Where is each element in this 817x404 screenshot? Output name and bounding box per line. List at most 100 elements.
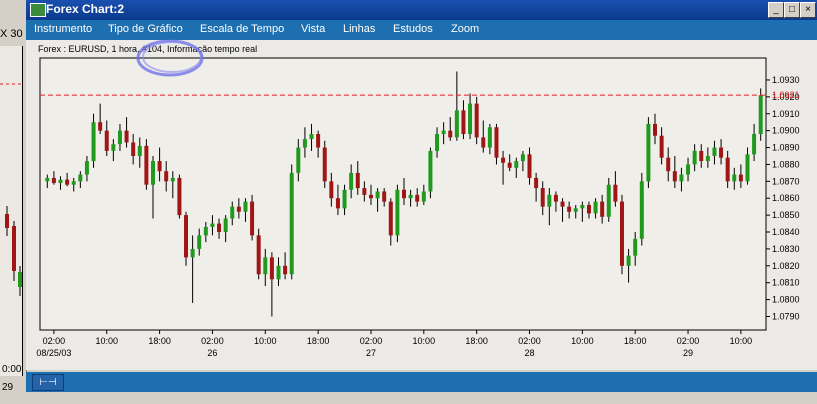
candle-body <box>454 110 459 138</box>
candle-body <box>197 235 202 249</box>
candle-body <box>435 134 440 151</box>
candle-body <box>170 177 175 182</box>
candle-body <box>276 265 281 280</box>
bottom-frame <box>26 392 817 404</box>
background-time-label: 0:00 <box>2 364 22 375</box>
y-tick-label: 1.0860 <box>772 193 800 203</box>
hand-drawn-circle-annotation <box>136 39 204 77</box>
y-tick-label: 1.0870 <box>772 176 800 186</box>
candle-body <box>302 139 307 148</box>
candlestick-chart[interactable]: 1.0790 1.0800 1.0810 1.0820 1.0830 1.0840 1.08… <box>26 40 817 370</box>
candle-body <box>91 122 96 162</box>
scroll-handle-button[interactable]: ⊢⊣ <box>32 374 64 391</box>
background-chart-svg <box>0 83 22 296</box>
maximize-button[interactable]: □ <box>784 2 800 18</box>
candle-body <box>382 191 387 202</box>
candle-body <box>567 206 572 212</box>
candle-body <box>256 235 261 275</box>
x-tick-label: 02:00 <box>360 336 383 346</box>
candle-body <box>679 174 684 182</box>
candle-body <box>547 194 552 207</box>
x-tick-label: 02:00 <box>518 336 541 346</box>
status-bar: ⊢⊣ <box>26 372 817 392</box>
candle-body <box>474 103 479 138</box>
candle-body <box>289 172 294 275</box>
candle-body <box>633 238 638 256</box>
menu-linhas[interactable]: Linhas <box>343 23 375 35</box>
close-button[interactable]: × <box>800 2 816 18</box>
candle-body <box>468 103 473 135</box>
candle-body <box>362 188 367 195</box>
menu-vista[interactable]: Vista <box>301 23 325 35</box>
candle-body <box>157 161 162 172</box>
y-tick-label: 1.0800 <box>772 295 800 305</box>
candle-body <box>732 174 737 182</box>
menu-instrumento[interactable]: Instrumento <box>34 23 92 35</box>
candle-body <box>217 223 222 233</box>
candle-body <box>223 218 228 233</box>
x-date-label: 26 <box>207 348 217 358</box>
candle-body <box>408 194 413 199</box>
x-tick-label: 10:00 <box>254 336 277 346</box>
candle-body <box>461 110 466 135</box>
x-tick-label: 02:00 <box>201 336 224 346</box>
y-tick-label: 1.0820 <box>772 261 800 271</box>
candle-body <box>586 204 591 214</box>
candle-body <box>309 134 314 140</box>
menu-tipo-de-grafico[interactable]: Tipo de Gráfico <box>108 23 183 35</box>
candle-body <box>296 147 301 173</box>
menu-zoom[interactable]: Zoom <box>451 23 479 35</box>
candle-body <box>501 157 506 163</box>
chart-app-icon <box>30 3 46 17</box>
candle-body <box>738 174 743 182</box>
candle-body <box>78 174 83 182</box>
candle-body <box>117 130 122 145</box>
title-bar[interactable]: Forex Chart:2 _ □ × <box>26 0 817 20</box>
minimize-button[interactable]: _ <box>768 2 784 18</box>
candle-body <box>368 194 373 199</box>
candle-body <box>639 181 644 239</box>
candle-body <box>58 179 63 184</box>
candle-body <box>316 134 321 148</box>
background-date-label: 29 <box>2 382 14 393</box>
candle-body <box>699 150 704 162</box>
candle-body <box>613 184 618 202</box>
candle-body <box>349 172 354 190</box>
candle-body <box>269 257 274 280</box>
x-date-label: 28 <box>524 348 534 358</box>
current-price-label: 1.0921 <box>772 90 800 100</box>
chart-area[interactable]: 1.0790 1.0800 1.0810 1.0820 1.0830 1.0840 1.08… <box>26 40 817 370</box>
y-tick-label: 1.0850 <box>772 210 800 220</box>
candle-body <box>250 201 255 236</box>
candle-body <box>65 179 70 185</box>
candle-body <box>124 130 129 143</box>
candle-body <box>131 142 136 156</box>
y-tick-label: 1.0900 <box>772 126 800 136</box>
menu-estudos[interactable]: Estudos <box>393 23 433 35</box>
x-tick-label: 10:00 <box>95 336 118 346</box>
x-date-label: 27 <box>366 348 376 358</box>
candle-body <box>329 181 334 199</box>
candle-body <box>719 147 724 158</box>
candle-body <box>164 171 169 182</box>
candle-body <box>659 135 664 158</box>
candle-body <box>395 189 400 236</box>
candle-body <box>494 127 499 158</box>
x-tick-label: 02:00 <box>677 336 700 346</box>
candle-body <box>415 194 420 202</box>
y-axis: 1.0790 1.0800 1.0810 1.0820 1.0830 1.0840 1.08… <box>766 75 800 321</box>
x-tick-label: 10:00 <box>413 336 436 346</box>
candle-body <box>104 130 109 151</box>
candle-body <box>177 177 182 216</box>
candle-body <box>573 208 578 212</box>
candle-body <box>428 150 433 192</box>
candle-body <box>84 161 89 175</box>
candle-body <box>184 215 189 258</box>
menu-escala-de-tempo[interactable]: Escala de Tempo <box>200 23 284 35</box>
candle-body <box>203 226 208 236</box>
candle-body <box>540 188 545 207</box>
candle-body <box>111 144 116 151</box>
x-tick-label: 10:00 <box>571 336 594 346</box>
candle-body <box>507 162 512 168</box>
candle-body <box>236 206 241 212</box>
